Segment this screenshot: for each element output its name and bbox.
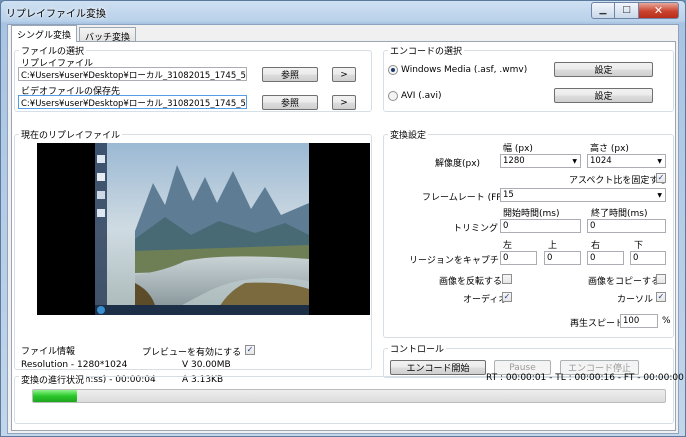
resolution-label: 解像度(px): [435, 159, 481, 169]
width-value: 1280: [503, 156, 525, 166]
app-window: リプレイファイル変換 ▁ □ ✕ シングル変換 バッチ変換 ファイルの選択 リプ…: [0, 0, 686, 437]
bottom-header: 下: [634, 241, 644, 251]
tab-strip: シングル変換 バッチ変換: [11, 25, 138, 43]
window-controls: ▁ □ ✕: [591, 2, 679, 19]
preview-enable-checkbox[interactable]: ✓: [245, 345, 255, 355]
replay-browse-button[interactable]: 参照: [262, 67, 318, 82]
width-header: 幅 (px): [503, 144, 533, 154]
conversion-settings-title: 変換設定: [388, 128, 429, 141]
wmv-radio[interactable]: [388, 65, 398, 75]
height-header: 高さ (px): [590, 144, 629, 154]
top-header: 上: [548, 241, 558, 251]
tab-batch-convert[interactable]: バッチ変換: [79, 27, 137, 43]
avi-radio[interactable]: [388, 91, 398, 101]
fps-value: 15: [503, 190, 514, 200]
flip-checkbox[interactable]: [502, 274, 512, 284]
encode-select-group: エンコードの選択 Windows Media (.asf, .wmv) 設定 A…: [383, 44, 674, 112]
audio-checkbox[interactable]: ✓: [502, 292, 512, 302]
fps-select[interactable]: 15 ▼: [500, 188, 666, 202]
cursor-label: カーソル: [617, 295, 654, 305]
start-time-header: 開始時間(ms): [503, 209, 560, 219]
minimize-button[interactable]: ▁: [591, 2, 615, 19]
progress-bar: [32, 389, 666, 403]
window-title: リプレイファイル変換: [6, 9, 106, 20]
progress-label: 変換の進行状況: [19, 373, 87, 386]
cursor-checkbox[interactable]: ✓: [656, 292, 666, 302]
video-next-button[interactable]: >: [332, 95, 356, 110]
flip-label: 画像を反転する: [439, 277, 503, 287]
height-select[interactable]: 1024 ▼: [587, 154, 666, 168]
video-size-info: V 30.00MB: [182, 360, 231, 370]
preview-enable-label: プレビューを有効にする: [142, 348, 242, 358]
region-left-input[interactable]: 0: [500, 251, 537, 265]
wmv-label: Windows Media (.asf, .wmv): [401, 65, 528, 75]
chevron-down-icon: ▼: [572, 158, 577, 165]
control-title: コントロール: [388, 342, 447, 355]
maximize-button[interactable]: □: [615, 2, 639, 19]
progress-bar-fill: [33, 390, 78, 402]
avi-settings-button[interactable]: 設定: [554, 88, 653, 103]
preview-landscape: [95, 143, 309, 315]
region-bottom-input[interactable]: 0: [630, 251, 666, 265]
tab-single-convert[interactable]: シングル変換: [11, 25, 78, 42]
end-time-input[interactable]: 0: [587, 219, 666, 233]
chevron-down-icon: ▼: [657, 192, 662, 199]
copy-label: 画像をコピーする: [588, 277, 661, 287]
wmv-settings-button[interactable]: 設定: [554, 62, 653, 77]
width-select[interactable]: 1280 ▼: [500, 154, 581, 168]
preview-area: [37, 143, 370, 315]
tab-page-single: ファイルの選択 リプレイファイル C:¥Users¥user¥Desktop¥ロ…: [11, 41, 684, 431]
chevron-down-icon: ▼: [657, 158, 662, 165]
left-header: 左: [503, 241, 513, 251]
audio-label: オーディオ: [463, 295, 508, 305]
video-browse-button[interactable]: 参照: [262, 95, 318, 110]
replay-next-button[interactable]: >: [332, 67, 356, 82]
preview-image: [95, 143, 309, 315]
avi-label: AVI (.avi): [401, 91, 442, 101]
aspect-label: アスペクト比を固定する: [569, 176, 668, 186]
current-replay-title: 現在のリプレイファイル: [19, 128, 123, 141]
copy-checkbox[interactable]: [656, 274, 666, 284]
encode-start-button[interactable]: エンコード開始: [390, 360, 486, 375]
start-time-input[interactable]: 0: [500, 219, 581, 233]
right-header: 右: [591, 241, 601, 251]
end-time-header: 終了時間(ms): [591, 209, 648, 219]
region-top-input[interactable]: 0: [544, 251, 581, 265]
fps-label: フレームレート (FPS): [422, 193, 511, 203]
close-button[interactable]: ✕: [639, 2, 679, 19]
file-select-group: ファイルの選択 リプレイファイル C:¥Users¥user¥Desktop¥ロ…: [14, 44, 372, 112]
encode-select-title: エンコードの選択: [388, 44, 465, 57]
speed-label: 再生スピード: [570, 319, 625, 329]
speed-unit: %: [662, 316, 671, 326]
replay-file-input[interactable]: C:¥Users¥user¥Desktop¥ローカル_31082015_1745…: [18, 67, 247, 81]
progress-times: RT : 00:00:01 - TL : 00:00:16 - FT - 00:…: [486, 373, 684, 383]
file-info-label: ファイル情報: [21, 347, 76, 357]
trim-label: トリミング: [453, 224, 499, 234]
client-area: シングル変換 バッチ変換 ファイルの選択 リプレイファイル C:¥Users¥u…: [7, 24, 684, 434]
height-value: 1024: [590, 156, 612, 166]
title-bar[interactable]: リプレイファイル変換 ▁ □ ✕: [1, 1, 685, 22]
region-right-input[interactable]: 0: [587, 251, 624, 265]
aspect-checkbox[interactable]: ✓: [656, 173, 666, 183]
video-file-input[interactable]: C:¥Users¥user¥Desktop¥ローカル_31082015_1745…: [18, 95, 247, 109]
speed-input[interactable]: 100: [620, 314, 658, 328]
resolution-info: Resolution - 1280*1024: [21, 360, 128, 370]
